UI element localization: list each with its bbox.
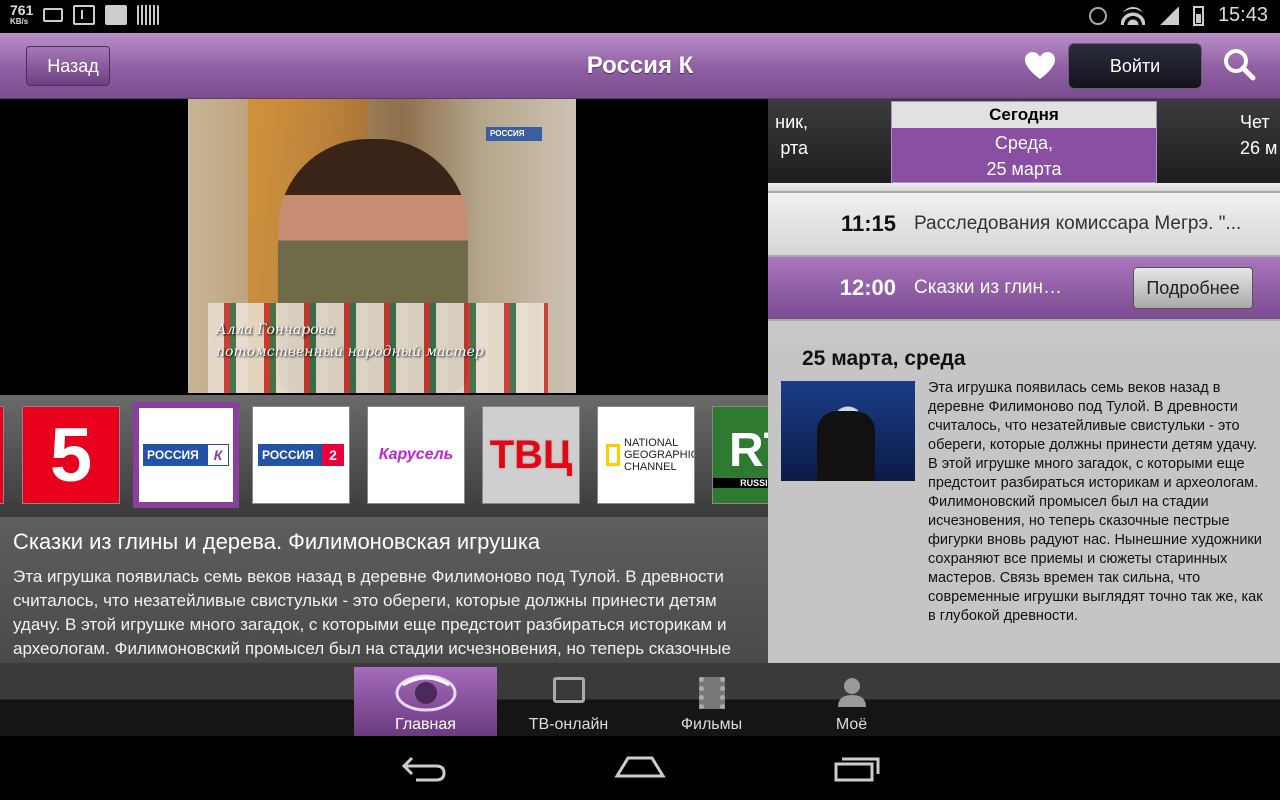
day-next-line2: 26 м [1240,138,1278,158]
bottom-tab-bar: Главная ТВ-онлайн Фильмы Моё [0,663,1280,736]
tab-my[interactable]: Моё [780,667,923,736]
day-today-line1: Среда, [994,133,1054,153]
schedule-time: 11:15 [840,211,896,236]
clock: 15:43 [1217,4,1268,26]
natgeo-label: NATIONAL GEOGRAPHIC CHANNEL [624,437,695,473]
search-icon[interactable] [1222,47,1256,81]
tab-tv-online-label: ТВ-онлайн [528,716,609,733]
russia-2-tag: 2 [322,444,344,466]
channel-russia-2[interactable]: РОССИЯ 2 [252,406,350,504]
channel-tvc[interactable]: ТВ Ц [482,406,580,504]
day-prev[interactable]: ник, рта [768,109,808,161]
mute-icon [1088,6,1107,25]
schedule-panel: ник, рта Сегодня Среда, 25 марта Чет 26 … [768,99,1280,663]
channel-karusel[interactable]: Карусель [367,406,465,504]
detail-date: 25 марта, среда [802,347,966,370]
day-selector[interactable]: ник, рта Сегодня Среда, 25 марта Чет 26 … [768,99,1280,183]
day-next-line1: Чет [1240,112,1270,132]
home-nav-icon[interactable] [614,754,666,784]
day-prev-line1: ник, [775,112,808,132]
tab-films-label: Фильмы [680,716,743,733]
russia-k-logo: РОССИЯ К [143,444,229,466]
natgeo-frame-icon [606,444,620,466]
tab-home-label: Главная [395,716,456,733]
program-text: Эта игрушка появилась семь веков назад в… [13,567,731,658]
channel-rt[interactable]: RT RUSSIA T [712,406,768,504]
rt-sub-label: RUSSIA T [713,477,768,488]
day-today-line2: 25 марта [986,159,1062,179]
barcode-icon [137,5,160,25]
notification-icon [43,8,64,22]
tab-home[interactable]: Главная [354,667,497,736]
page-title: Россия К [586,52,694,79]
signal-icon [1158,6,1179,25]
schedule-name: Сказки из глины и... [914,277,1066,298]
status-bar: 761 KB/s 15:43 [0,0,1280,33]
day-prev-line2: рта [780,138,808,158]
login-button[interactable]: Войти [1068,43,1202,89]
russia-k-label: РОССИЯ [147,448,199,462]
schedule-row-active[interactable]: 12:00 Сказки из глины и... Подробнее [768,257,1280,321]
natgeo-logo: NATIONAL GEOGRAPHIC CHANNEL [606,437,695,473]
video-caption-line2: потомственный народный мастер [216,344,484,360]
user-icon [837,678,866,707]
channel-partial-left[interactable] [0,406,4,504]
schedule-name: Расследования комиссара Мегрэ. "... [914,213,1242,234]
status-right: 15:43 [1088,4,1268,27]
day-today-date: Среда, 25 марта [892,128,1156,182]
day-next[interactable]: Чет 26 м [1240,109,1280,161]
tv-icon [552,677,585,703]
channel-5-label: 5 [49,412,93,498]
app-header: Назад Россия К Войти [0,33,1280,99]
video-frame[interactable]: РОССИЯ Алла Гончарова потомственный наро… [188,99,576,393]
system-nav-bar [0,736,1280,800]
program-description: Сказки из глины и дерева. Филимоновская … [0,517,768,663]
program-title: Сказки из глины и дерева. Филимоновская … [13,529,541,554]
task-icon [105,5,128,25]
back-button[interactable]: Назад [26,46,110,86]
back-nav-icon[interactable] [400,754,448,784]
russia-2-label: РОССИЯ [262,448,314,462]
network-speed: 761 KB/s [10,3,33,27]
status-left: 761 KB/s [10,3,160,27]
schedule-row-partial[interactable] [768,183,1280,193]
detail-text: Эта игрушка появилась семь веков назад в… [928,380,1263,624]
download-icon [73,5,96,25]
day-today-label: Сегодня [892,102,1156,128]
schedule-list[interactable]: 11:15 Расследования комиссара Мегрэ. "..… [768,183,1280,321]
russia-2-logo: РОССИЯ 2 [258,444,344,466]
schedule-time: 12:00 [839,275,896,300]
battery-icon [1192,5,1204,26]
recents-nav-icon[interactable] [832,754,882,784]
video-player[interactable]: РОССИЯ Алла Гончарова потомственный наро… [0,99,768,395]
tab-tv-online[interactable]: ТВ-онлайн [497,667,640,736]
favorite-heart-icon[interactable] [1024,51,1056,81]
channel-natgeo[interactable]: NATIONAL GEOGRAPHIC CHANNEL [597,406,695,504]
channel-russia-k[interactable]: РОССИЯ К [133,402,239,508]
video-caption-line1: Алла Гончарова [216,322,336,338]
details-button[interactable]: Подробнее [1133,267,1253,309]
day-today[interactable]: Сегодня Среда, 25 марта [891,101,1157,183]
tvc-label: ТВ [489,432,544,477]
schedule-row[interactable]: 11:15 Расследования комиссара Мегрэ. "..… [768,193,1280,257]
russia-k-tag: К [207,444,229,466]
speed-value: 761 [10,2,34,18]
wifi-icon [1120,6,1145,25]
tvc-tag: Ц [543,432,573,477]
speed-unit: KB/s [10,17,29,26]
app-root: 761 KB/s 15:43 Назад Россия К Войти РОСС… [0,0,1280,800]
program-detail: 25 марта, среда Эта игрушка появилась се… [768,345,1280,663]
channel-5[interactable]: 5 [22,406,120,504]
rt-label: RT [729,423,768,477]
karusel-logo: Карусель [378,446,454,463]
video-channel-logo: РОССИЯ [486,127,542,141]
video-caption: Алла Гончарова потомственный народный ма… [216,319,484,363]
channel-strip[interactable]: 5 РОССИЯ К РОССИЯ 2 Карусель ТВ Ц NATIONA… [0,395,768,517]
film-icon [698,677,725,709]
detail-thumbnail [781,381,915,481]
tab-films[interactable]: Фильмы [640,667,783,736]
eye-icon [395,674,456,712]
tab-my-label: Моё [835,716,868,733]
